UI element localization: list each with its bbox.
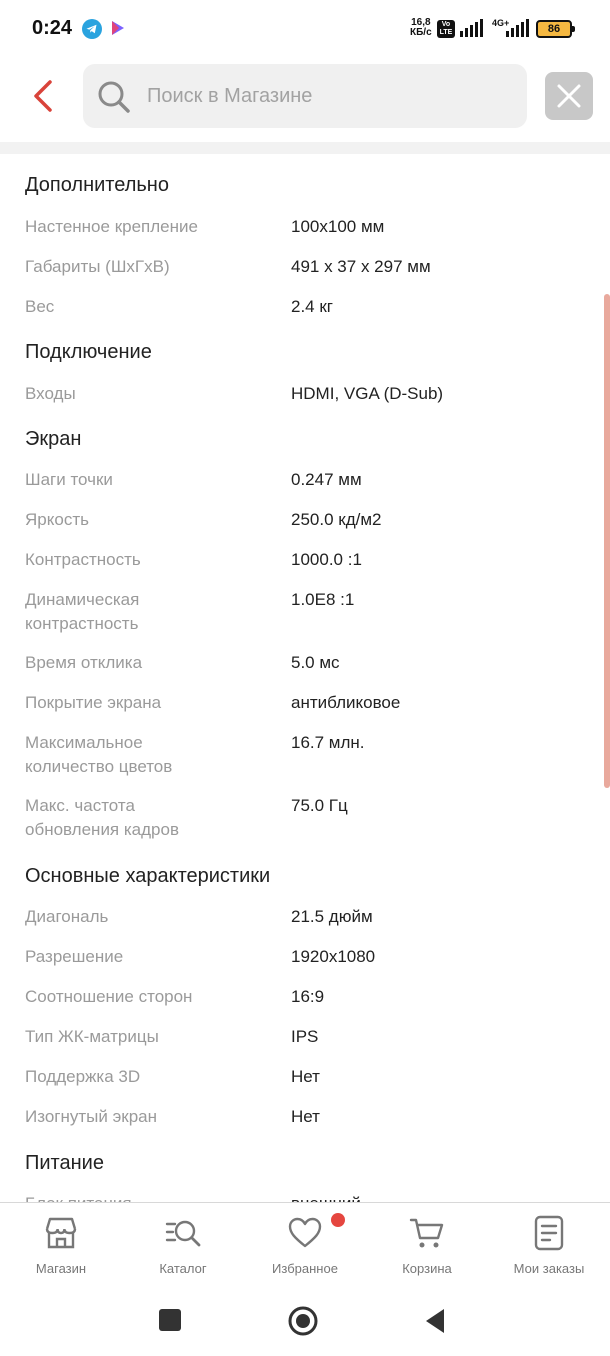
section-title-connection: Подключение [25, 341, 152, 363]
spec-value: 5.0 мс [291, 653, 340, 672]
nav-item-orders[interactable]: Мои заказы [488, 1203, 610, 1287]
system-navigation [0, 1286, 610, 1356]
spec-value: 16:9 [291, 987, 325, 1006]
scrollbar[interactable] [604, 294, 610, 788]
spec-label: Максимальное количество цветов [25, 733, 173, 776]
specifications-list[interactable]: Дополнительно Настенное крепление 100x10… [0, 154, 610, 1202]
spec-label: Шаги точки [25, 470, 113, 489]
spec-label: Динамическая контрастность [25, 590, 140, 633]
nav-label-favorites: Избранное [272, 1261, 338, 1276]
spec-label: Блок питания [25, 1192, 275, 1202]
search-box[interactable] [83, 64, 527, 128]
search-header [0, 58, 610, 142]
nav-item-catalog[interactable]: Каталог [122, 1203, 244, 1287]
spec-label: Макс. частота обновления кадров [25, 796, 179, 839]
spec-value: Нет [291, 1067, 320, 1086]
battery-level: 86 [547, 23, 561, 35]
catalog-search-icon [165, 1220, 201, 1247]
section-title-main-specs: Основные характеристики [25, 865, 271, 887]
network-speed: 16,8 КБ/с [410, 17, 432, 38]
spec-value: 1.0E8 :1 [291, 590, 355, 609]
clear-search-button[interactable] [545, 72, 593, 120]
search-icon [98, 81, 130, 113]
section-title-power: Питание [25, 1152, 104, 1174]
signal-2-icon [506, 19, 529, 37]
heart-icon [288, 1217, 322, 1248]
spec-value: антибликовое [291, 693, 401, 712]
spec-value: 0.247 мм [291, 470, 362, 489]
telegram-icon [82, 19, 102, 39]
cart-icon [409, 1218, 444, 1248]
spec-label: Вес [25, 297, 55, 316]
back-arrow-icon[interactable] [26, 76, 62, 116]
status-bar: 0:24 16,8 КБ/с Vo LTE 4G+ 86 [0, 0, 610, 58]
orders-icon [534, 1215, 564, 1251]
spec-value: внешний [291, 1192, 591, 1202]
signal-icon [460, 19, 483, 37]
close-icon [557, 84, 581, 108]
spec-label: Время отклика [25, 653, 143, 672]
search-input[interactable] [147, 64, 517, 128]
spec-value: 21.5 дюйм [291, 907, 373, 926]
header-divider [0, 142, 610, 154]
spec-label: Контрастность [25, 550, 141, 569]
battery-icon: 86 [536, 20, 575, 38]
recent-apps-button[interactable] [159, 1309, 181, 1331]
spec-value: 16.7 млн. [291, 733, 365, 752]
spec-value: 1920x1080 [291, 947, 376, 966]
nav-label-orders: Мои заказы [513, 1261, 585, 1276]
nav-label-catalog: Каталог [159, 1261, 207, 1276]
nav-item-favorites[interactable]: Избранное [244, 1203, 366, 1287]
spec-value: 2.4 кг [291, 297, 333, 316]
spec-label: Входы [25, 384, 76, 403]
spec-label: Яркость [25, 510, 89, 529]
spec-label: Диагональ [25, 907, 109, 926]
volte-badge: Vo LTE [437, 20, 455, 38]
system-back-button[interactable] [424, 1308, 446, 1334]
store-icon [45, 1217, 77, 1249]
nav-label-store: Магазин [35, 1261, 87, 1276]
spec-value: 100x100 мм [291, 217, 385, 236]
nav-label-cart: Корзина [402, 1261, 452, 1276]
spec-label: Тип ЖК-матрицы [25, 1027, 159, 1046]
section-title-additional: Дополнительно [25, 174, 169, 196]
spec-value: 250.0 кд/м2 [291, 510, 382, 529]
home-button[interactable] [287, 1305, 319, 1337]
spec-label: Поддержка 3D [25, 1067, 141, 1086]
spec-label: Изогнутый экран [25, 1107, 157, 1126]
spec-label: Разрешение [25, 947, 124, 966]
spec-value: 1000.0 :1 [291, 550, 362, 569]
spec-value: IPS [291, 1027, 319, 1046]
spec-label: Покрытие экрана [25, 693, 162, 712]
section-title-screen: Экран [25, 428, 82, 450]
spec-value: 491 x 37 x 297 мм [291, 257, 431, 276]
spec-label: Соотношение сторон [25, 987, 193, 1006]
spec-value: HDMI, VGA (D-Sub) [291, 384, 444, 403]
spec-value: 75.0 Гц [291, 796, 348, 815]
play-store-icon [112, 21, 124, 35]
spec-label: Настенное крепление [25, 217, 198, 236]
favorites-badge [331, 1213, 345, 1227]
nav-item-cart[interactable]: Корзина [366, 1203, 488, 1287]
nav-item-store[interactable]: Магазин [0, 1203, 122, 1287]
status-time: 0:24 [32, 17, 73, 39]
bottom-navigation: Магазин Каталог Избранное Корзина Мои за… [0, 1202, 610, 1286]
spec-label: Габариты (ШxГxВ) [25, 257, 170, 276]
spec-value: Нет [291, 1107, 320, 1126]
